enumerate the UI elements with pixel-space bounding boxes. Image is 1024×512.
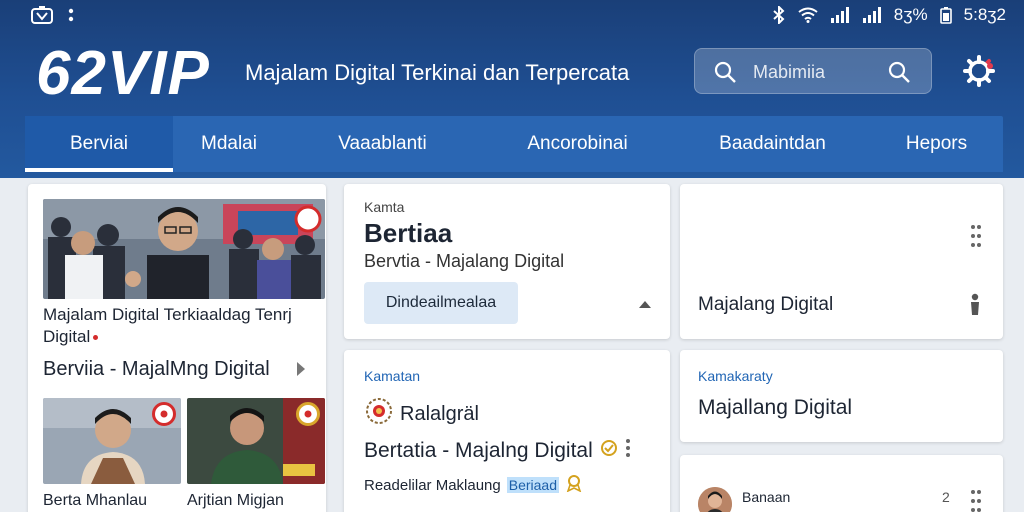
article-kicker-3: Kamakaraty [698,368,773,384]
comment-author: Banaan [742,489,791,505]
article-title-3[interactable]: Majallang Digital [698,396,852,420]
chevron-right-icon[interactable] [294,360,308,383]
feature-subtitle[interactable]: Berviia - MajalMng Digital [43,358,270,381]
signal-icon-2 [862,7,882,23]
caret-up-icon[interactable] [638,296,652,314]
status-bar: 8ʒ% 5:8ʒ2 [0,0,1024,30]
thumbnail-1-caption[interactable]: Berta Mhanlau [43,492,147,510]
article-subtitle: Bervtia - Majalang Digital [364,251,565,271]
tab-ancorobinai[interactable]: Ancorobinai [480,116,675,172]
tagline: Majalam Digital Terkinai dan Terpercata [245,60,630,85]
feature-card[interactable]: Majalam Digital Terkiaaldag Tenrj Digita… [28,184,326,512]
search-submit-icon[interactable] [887,60,911,89]
article-label[interactable]: Majalang Digital [698,294,833,316]
search-box[interactable] [694,48,932,94]
app-header: 8ʒ% 5:8ʒ2 62VIP Majalam Digital Terkinai… [0,0,1024,178]
dots-icon [68,7,74,23]
more-options-icon-3[interactable] [970,489,982,512]
article-title-2[interactable]: Bertatia - Majalng Digital [364,438,631,464]
emblem-icon [364,396,394,432]
tab-mdalai[interactable]: Mdalai [173,116,285,172]
comment-count: 2 [942,489,950,505]
category-tag[interactable]: Beriaad [506,477,560,493]
tab-berviai[interactable]: Berviai [25,116,173,172]
avatar[interactable] [698,487,732,512]
battery-text: 8ʒ% [893,5,928,24]
article-footer: Readelilar Maklaung Beriaad [364,474,583,496]
award-icon [599,438,619,464]
tab-hepors[interactable]: Hepors [870,116,1003,172]
ribbon-icon [565,474,583,496]
badge-icon-2 [296,402,320,426]
more-options-icon[interactable] [970,224,982,253]
article-kicker: Kamta [364,199,405,215]
article-card-tertiary[interactable]: Kamakaraty Majallang Digital [680,350,1003,442]
battery-icon [939,6,952,24]
app-logo-icon [30,5,54,25]
article-card-main[interactable]: Kamta Bertiaa Bervtia - Majalang Digital… [344,184,670,339]
tab-vaaablanti[interactable]: Vaaablanti [285,116,480,172]
hero-image[interactable] [43,199,325,299]
badge-icon [152,402,176,426]
feature-title[interactable]: Majalam Digital Terkiaaldag Tenrj Digita… [43,304,323,348]
article-title[interactable]: Bertiaa [364,218,452,249]
article-card-right[interactable]: Majalang Digital [680,184,1003,339]
article-card-secondary[interactable]: Kamatan Ralalgräl Bertatia - Majalng Dig… [344,350,670,512]
nav-tabs: Berviai Mdalai Vaaablanti Ancorobinai Ba… [25,116,1003,172]
brand-logo[interactable]: 62VIP [36,38,210,109]
category-dropdown[interactable]: Dindeailmealaa [364,282,518,324]
signal-icon [830,7,850,23]
thumbnail-2[interactable] [187,398,325,484]
thumbnail-2-caption[interactable]: Arjtian Migjan [187,492,284,510]
live-dot-icon [93,335,99,341]
bluetooth-icon [772,6,786,24]
search-icon[interactable] [713,60,737,89]
wifi-icon [798,7,818,23]
more-options-icon-2[interactable] [625,438,631,464]
person-icon[interactable] [966,293,984,320]
gear-icon[interactable] [962,54,996,88]
article-kicker-2: Kamatan [364,368,421,384]
article-byline[interactable]: Ralalgräl [364,396,479,432]
comment-card[interactable]: Banaan 2 [680,455,1003,512]
settings-button[interactable] [962,54,996,88]
search-input[interactable] [753,57,873,87]
tab-baadaintdan[interactable]: Baadaintdan [675,116,870,172]
thumbnail-1[interactable] [43,398,181,484]
clock: 5:8ʒ2 [963,5,1006,24]
